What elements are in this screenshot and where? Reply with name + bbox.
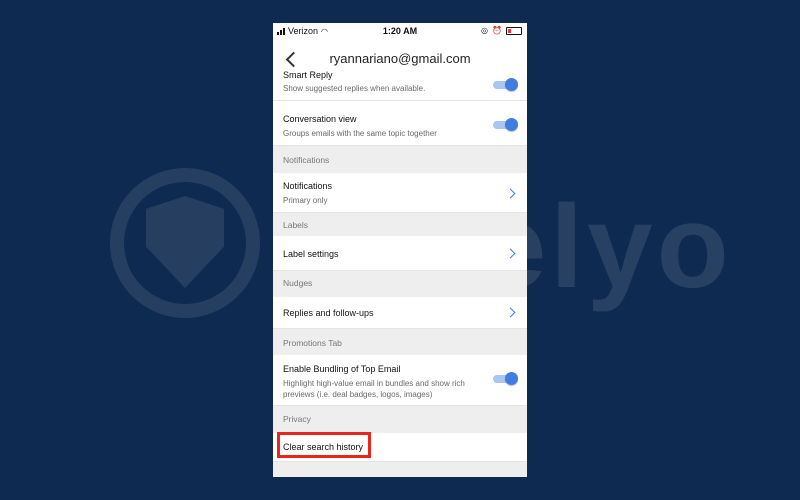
list-footer-spacer xyxy=(273,462,527,477)
chevron-right-icon xyxy=(505,188,516,199)
lock-rotation-icon: ◎ xyxy=(481,26,489,35)
setting-title: Notifications xyxy=(283,181,333,191)
status-bar: Verizon ◠ 1:20 AM ◎ ⏰ xyxy=(273,23,527,39)
section-header-promotions: Promotions Tab xyxy=(273,329,527,355)
setting-replies-followups[interactable]: Replies and follow-ups xyxy=(273,297,527,329)
setting-subtitle: Primary only xyxy=(283,196,328,205)
section-label: Nudges xyxy=(283,278,313,288)
section-header-nudges: Nudges xyxy=(273,271,527,297)
setting-title: Conversation view xyxy=(283,114,357,124)
setting-subtitle: Highlight high-value email in bundles an… xyxy=(283,379,465,399)
setting-conversation-view[interactable]: Conversation view Groups emails with the… xyxy=(273,104,527,146)
section-label: Privacy xyxy=(283,414,311,424)
battery-icon xyxy=(506,26,522,35)
alarm-icon: ⏰ xyxy=(492,26,502,35)
highlight-box xyxy=(277,432,371,458)
setting-subtitle: Show suggested replies when available. xyxy=(283,84,426,93)
setting-title: Label settings xyxy=(283,249,339,259)
section-header-privacy: Privacy xyxy=(273,406,527,433)
section-header-labels: Labels xyxy=(273,213,527,236)
setting-smart-reply[interactable]: Smart Reply Show suggested replies when … xyxy=(273,70,527,101)
setting-notifications[interactable]: Notifications Primary only xyxy=(273,173,527,213)
setting-bundling[interactable]: Enable Bundling of Top Email Highlight h… xyxy=(273,355,527,406)
bundling-toggle[interactable] xyxy=(493,372,518,385)
setting-label-settings[interactable]: Label settings xyxy=(273,236,527,271)
phone-screen: Verizon ◠ 1:20 AM ◎ ⏰ ryannariano@gmail.… xyxy=(273,23,527,477)
setting-subtitle: Groups emails with the same topic togeth… xyxy=(283,129,437,138)
chevron-right-icon xyxy=(505,248,516,259)
setting-title: Replies and follow-ups xyxy=(283,308,374,318)
page-title: ryannariano@gmail.com xyxy=(329,51,471,66)
conversation-view-toggle[interactable] xyxy=(493,118,518,131)
section-label: Notifications xyxy=(283,155,330,165)
section-label: Promotions Tab xyxy=(283,338,342,348)
setting-title: Enable Bundling of Top Email xyxy=(283,364,401,374)
chevron-right-icon xyxy=(505,307,516,318)
smart-reply-toggle[interactable] xyxy=(493,78,518,91)
section-label: Labels xyxy=(283,220,309,230)
setting-title: Smart Reply xyxy=(283,70,333,80)
section-header-notifications: Notifications xyxy=(273,146,527,173)
